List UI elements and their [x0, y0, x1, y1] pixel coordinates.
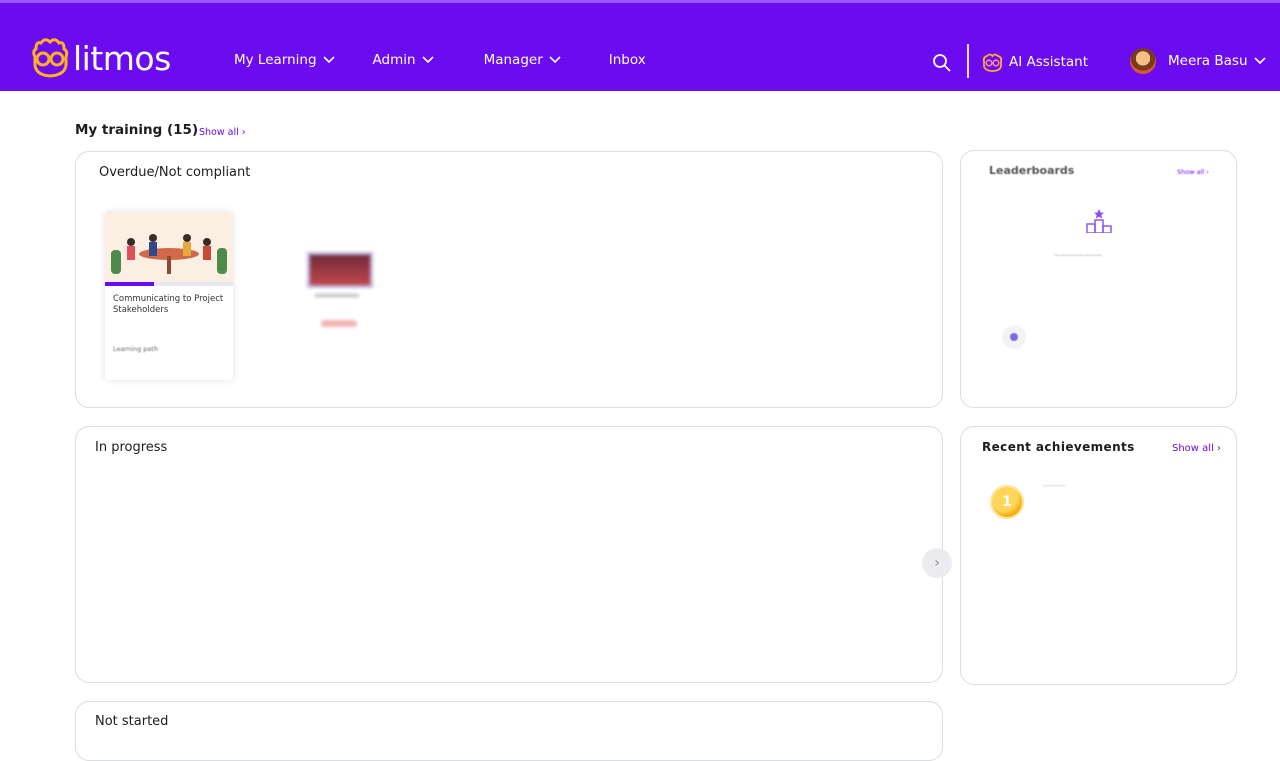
nav-admin-label: Admin: [372, 52, 416, 68]
chevron-down-icon: [549, 56, 561, 64]
course-tile[interactable]: Communicating to Project Stakeholders Le…: [105, 212, 233, 380]
not-started-card: Not started: [75, 701, 943, 761]
not-started-title: Not started: [95, 714, 169, 729]
overdue-title: Overdue/Not compliant: [99, 165, 251, 180]
chevron-down-icon: [1253, 57, 1266, 65]
leaderboards-card: Leaderboards Show all › ————————: [960, 150, 1237, 408]
user-name: Meera Basu: [1168, 53, 1248, 69]
main-nav: My Learning Admin Manager Inbox: [234, 52, 646, 68]
chevron-right-icon: ›: [934, 555, 940, 571]
course-title-placeholder: [315, 294, 359, 297]
ai-assistant-icon: [982, 53, 1003, 72]
achievements-show-all-label: Show all: [1172, 443, 1214, 454]
course-title: Communicating to Project Stakeholders: [113, 294, 224, 315]
training-show-all-link[interactable]: Show all ›: [199, 127, 246, 138]
in-progress-title: In progress: [95, 440, 168, 455]
achievement-coin-icon[interactable]: 1: [990, 485, 1024, 519]
course-tile[interactable]: [307, 252, 373, 337]
chevron-down-icon: [422, 56, 434, 64]
nav-manager-label: Manager: [483, 52, 543, 68]
avatar: [1130, 48, 1156, 74]
nav-inbox[interactable]: Inbox: [609, 52, 646, 68]
my-training-title: My training (15): [75, 122, 199, 138]
top-navigation-bar: litmos My Learning Admin Manager Inbox A…: [0, 0, 1280, 91]
recent-achievements-title: Recent achievements: [982, 440, 1135, 454]
chevron-right-icon: ›: [241, 127, 246, 138]
ai-assistant-button[interactable]: AI Assistant: [982, 52, 1088, 72]
chevron-right-icon: ›: [1216, 443, 1221, 454]
nav-my-learning[interactable]: My Learning: [234, 52, 335, 68]
leaderboard-avatar-dot: [1010, 333, 1018, 341]
nav-inbox-label: Inbox: [608, 52, 646, 68]
nav-admin[interactable]: Admin: [373, 52, 434, 68]
leaderboards-show-all-label: Show all: [1177, 168, 1205, 176]
podium-icon: [1086, 209, 1112, 233]
ai-assistant-label: AI Assistant: [1009, 54, 1089, 70]
carousel-next-button[interactable]: ›: [922, 548, 952, 578]
meeting-illustration-icon: [105, 212, 233, 282]
course-thumbnail: [307, 252, 373, 288]
chevron-down-icon: [322, 56, 335, 64]
achievements-show-all-link[interactable]: Show all ›: [1172, 443, 1221, 454]
course-thumbnail: [105, 212, 233, 282]
training-show-all-label: Show all: [199, 127, 239, 138]
course-due-placeholder: [321, 320, 357, 327]
leaderboards-title: Leaderboards: [989, 164, 1075, 177]
nav-my-learning-label: My Learning: [234, 52, 317, 68]
litmos-logo[interactable]: litmos: [31, 37, 171, 79]
course-type: Learning path: [113, 345, 159, 353]
achievement-text-placeholder: ———: [1042, 481, 1066, 490]
recent-achievements-card: Recent achievements Show all › 1 ———: [960, 426, 1237, 685]
in-progress-card: In progress: [75, 426, 943, 683]
user-menu[interactable]: Meera Basu: [1130, 48, 1266, 74]
litmos-logo-icon: [32, 38, 69, 78]
nav-manager[interactable]: Manager: [484, 52, 561, 68]
overdue-card: Overdue/Not compliant Communicating to P…: [75, 151, 943, 408]
leaderboard-avatar[interactable]: [1002, 325, 1026, 349]
leaderboards-show-all-link[interactable]: Show all ›: [1177, 168, 1209, 176]
header-divider: [967, 44, 969, 78]
leaderboard-description-placeholder: ————————: [1054, 252, 1102, 259]
achievement-coin-value: 1: [1002, 494, 1012, 510]
search-icon[interactable]: [932, 53, 952, 73]
brand-name: litmos: [73, 38, 171, 78]
